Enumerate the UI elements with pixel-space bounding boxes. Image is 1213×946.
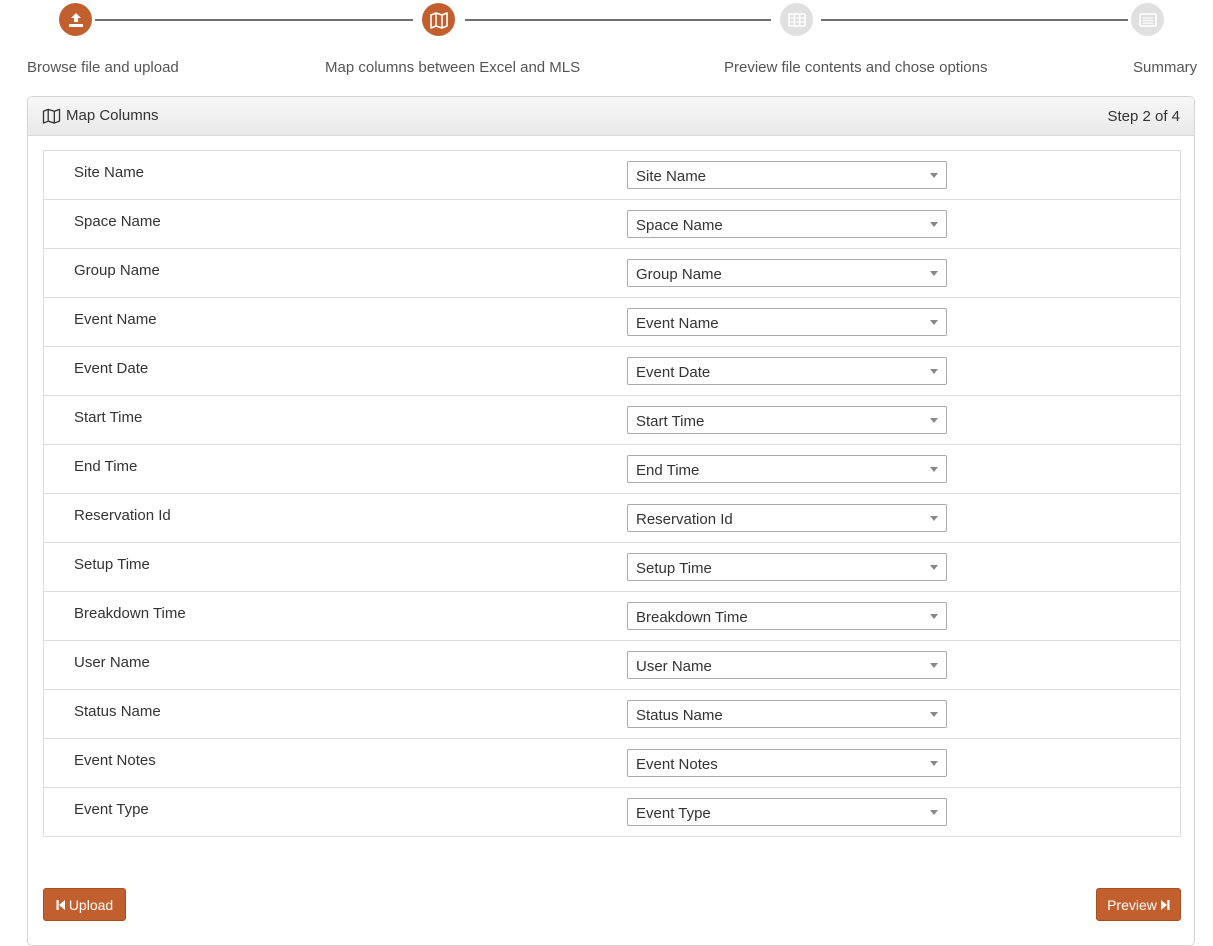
step-1-circle[interactable] <box>59 3 92 36</box>
mapping-label: Reservation Id <box>74 507 171 524</box>
step-connector <box>465 19 771 21</box>
mapping-row: Space Name Space Name <box>44 199 1180 248</box>
step-3-circle[interactable] <box>780 3 813 36</box>
mapping-row: Event Name Event Name <box>44 297 1180 346</box>
step-connector <box>95 19 413 21</box>
mapping-row: Site Name Site Name <box>44 151 1180 199</box>
mapping-label: End Time <box>74 458 138 475</box>
mapping-select[interactable]: Start Time <box>627 406 947 434</box>
mapping-select-value: Breakdown Time <box>636 609 748 626</box>
mapping-select[interactable]: Breakdown Time <box>627 602 947 630</box>
step-2-circle[interactable] <box>422 3 455 36</box>
wizard-steps: Browse file and upload Map columns betwe… <box>0 0 1213 96</box>
step-3-label: Preview file contents and chose options <box>724 59 988 76</box>
chevron-down-icon <box>930 614 938 619</box>
table-icon <box>787 12 806 27</box>
mapping-label: Setup Time <box>74 556 150 573</box>
mapping-select-value: Group Name <box>636 266 722 283</box>
mapping-label: Breakdown Time <box>74 605 186 622</box>
step-connector <box>821 19 1128 21</box>
mapping-label: Event Notes <box>74 752 156 769</box>
mapping-select[interactable]: Event Name <box>627 308 947 336</box>
mapping-select[interactable]: Reservation Id <box>627 504 947 532</box>
mapping-select[interactable]: Event Type <box>627 798 947 826</box>
mapping-select[interactable]: Site Name <box>627 161 947 189</box>
mapping-select-value: Start Time <box>636 413 705 430</box>
mapping-label: Start Time <box>74 409 143 426</box>
chevron-down-icon <box>930 369 938 374</box>
mapping-select-value: Site Name <box>636 168 707 185</box>
mapping-label: Event Date <box>74 360 149 377</box>
mapping-select-value: Event Notes <box>636 756 718 773</box>
mapping-label: Group Name <box>74 262 160 279</box>
mapping-select-value: Reservation Id <box>636 511 733 528</box>
upload-button[interactable]: Upload <box>43 888 126 921</box>
chevron-down-icon <box>930 467 938 472</box>
mapping-select-value: End Time <box>636 462 700 479</box>
mapping-label: Event Name <box>74 311 157 328</box>
panel-heading: Map Columns Step 2 of 4 <box>28 97 1194 136</box>
list-icon <box>1138 12 1157 27</box>
upload-button-label: Upload <box>68 896 114 913</box>
step-2-label: Map columns between Excel and MLS <box>325 59 581 76</box>
chevron-down-icon <box>930 320 938 325</box>
mapping-select-value: Event Name <box>636 315 719 332</box>
panel-title-text: Map Columns <box>66 107 159 124</box>
step-4-label: Summary <box>1133 59 1198 76</box>
chevron-down-icon <box>930 516 938 521</box>
mapping-row: Group Name Group Name <box>44 248 1180 297</box>
chevron-down-icon <box>930 271 938 276</box>
mapping-select[interactable]: Space Name <box>627 210 947 238</box>
preview-button[interactable]: Preview <box>1096 888 1181 921</box>
map-columns-panel: Map Columns Step 2 of 4 Site Name Site Na… <box>27 96 1195 946</box>
mapping-select-value: Status Name <box>636 707 723 724</box>
mapping-row: Event Notes Event Notes <box>44 738 1180 787</box>
mapping-select[interactable]: Event Date <box>627 357 947 385</box>
mapping-select[interactable]: Status Name <box>627 700 947 728</box>
chevron-down-icon <box>930 712 938 717</box>
chevron-down-icon <box>930 418 938 423</box>
step-4-circle[interactable] <box>1131 3 1164 36</box>
preview-button-label: Preview <box>1107 896 1157 913</box>
mapping-select[interactable]: Setup Time <box>627 553 947 581</box>
mapping-row: Reservation Id Reservation Id <box>44 493 1180 542</box>
mapping-row: Status Name Status Name <box>44 689 1180 738</box>
mapping-select-value: Setup Time <box>636 560 712 577</box>
chevron-down-icon <box>930 565 938 570</box>
mapping-row: User Name User Name <box>44 640 1180 689</box>
mapping-row: Event Type Event Type <box>44 787 1180 836</box>
mapping-label: Event Type <box>74 801 149 818</box>
mapping-label: Space Name <box>74 213 161 230</box>
step-forward-icon <box>1160 899 1170 911</box>
mapping-select[interactable]: User Name <box>627 651 947 679</box>
map-icon <box>42 108 61 124</box>
mapping-select-value: User Name <box>636 658 712 675</box>
mapping-row: End Time End Time <box>44 444 1180 493</box>
mapping-select[interactable]: End Time <box>627 455 947 483</box>
mapping-select[interactable]: Event Notes <box>627 749 947 777</box>
chevron-down-icon <box>930 761 938 766</box>
mapping-select-value: Event Date <box>636 364 711 381</box>
mapping-label: Site Name <box>74 164 145 181</box>
mapping-label: Status Name <box>74 703 161 720</box>
mapping-select-value: Event Type <box>636 805 711 822</box>
chevron-down-icon <box>930 810 938 815</box>
mapping-select-value: Space Name <box>636 217 723 234</box>
mapping-select[interactable]: Group Name <box>627 259 947 287</box>
column-mapping-table: Site Name Site Name Space Name Space Name Gr… <box>43 150 1181 837</box>
panel-title: Map Columns <box>42 107 159 124</box>
mapping-row: Event Date Event Date <box>44 346 1180 395</box>
upload-icon <box>67 11 85 29</box>
step-backward-icon <box>56 899 66 911</box>
map-icon <box>429 11 449 29</box>
step-indicator: Step 2 of 4 <box>1107 108 1180 125</box>
chevron-down-icon <box>930 222 938 227</box>
chevron-down-icon <box>930 173 938 178</box>
mapping-label: User Name <box>74 654 150 671</box>
mapping-row: Start Time Start Time <box>44 395 1180 444</box>
mapping-row: Setup Time Setup Time <box>44 542 1180 591</box>
mapping-row: Breakdown Time Breakdown Time <box>44 591 1180 640</box>
step-1-label: Browse file and upload <box>27 59 179 76</box>
chevron-down-icon <box>930 663 938 668</box>
